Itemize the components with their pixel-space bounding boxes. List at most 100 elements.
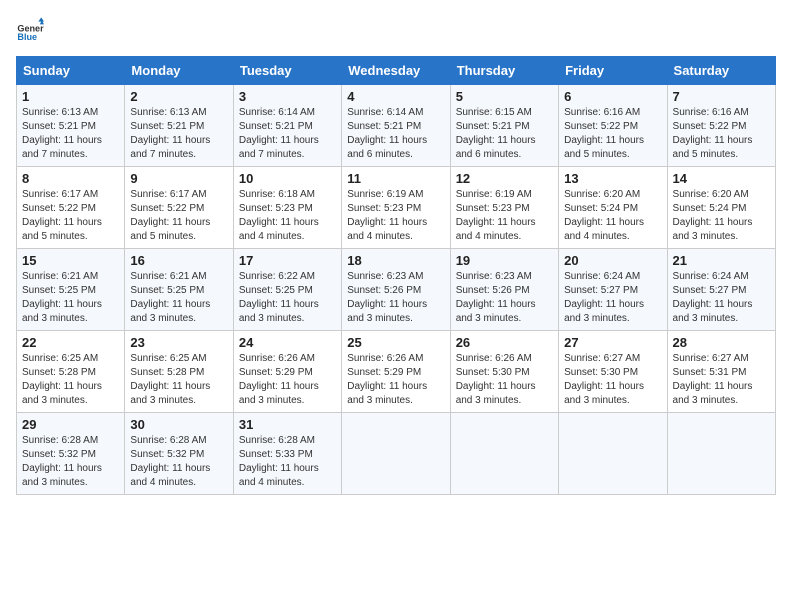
day-info: Sunrise: 6:28 AMSunset: 5:32 PMDaylight:… xyxy=(22,434,119,490)
day-cell: 15 Sunrise: 6:21 AMSunset: 5:25 PMDayligh… xyxy=(17,249,125,331)
day-number: 16 xyxy=(130,253,227,268)
day-number: 27 xyxy=(564,335,661,350)
day-cell xyxy=(450,413,558,495)
day-cell: 30Sunrise: 6:28 AMSunset: 5:32 PMDayligh… xyxy=(125,413,233,495)
svg-text:Blue: Blue xyxy=(17,32,37,42)
day-number: 5 xyxy=(456,89,553,104)
day-cell: 24 Sunrise: 6:26 AMSunset: 5:29 PMDayligh… xyxy=(233,331,341,413)
day-info: Sunrise: 6:14 AMSunset: 5:21 PMDaylight:… xyxy=(239,106,336,162)
day-cell: 8Sunrise: 6:17 AMSunset: 5:22 PMDaylight… xyxy=(17,167,125,249)
day-cell: 13Sunrise: 6:20 AMSunset: 5:24 PMDayligh… xyxy=(559,167,667,249)
day-number: 17 xyxy=(239,253,336,268)
week-row-1: 1 Sunrise: 6:13 AMSunset: 5:21 PMDaylight… xyxy=(17,85,776,167)
day-info: Sunrise: 6:25 AMSunset: 5:28 PMDaylight:… xyxy=(130,352,227,408)
day-info: Sunrise: 6:20 AMSunset: 5:24 PMDaylight:… xyxy=(673,188,770,244)
day-info: Sunrise: 6:17 AMSunset: 5:22 PMDaylight:… xyxy=(130,188,227,244)
header-tuesday: Tuesday xyxy=(233,57,341,85)
day-number: 25 xyxy=(347,335,444,350)
logo-icon: General Blue xyxy=(16,16,44,44)
day-cell: 25 Sunrise: 6:26 AMSunset: 5:29 PMDayligh… xyxy=(342,331,450,413)
day-cell: 3 Sunrise: 6:14 AMSunset: 5:21 PMDaylight… xyxy=(233,85,341,167)
day-info: Sunrise: 6:17 AMSunset: 5:22 PMDaylight:… xyxy=(22,188,119,244)
day-info: Sunrise: 6:23 AMSunset: 5:26 PMDaylight:… xyxy=(456,270,553,326)
day-cell: 9 Sunrise: 6:17 AMSunset: 5:22 PMDaylight… xyxy=(125,167,233,249)
day-cell: 17 Sunrise: 6:22 AMSunset: 5:25 PMDayligh… xyxy=(233,249,341,331)
week-row-5: 29 Sunrise: 6:28 AMSunset: 5:32 PMDayligh… xyxy=(17,413,776,495)
day-cell: 2Sunrise: 6:13 AMSunset: 5:21 PMDaylight… xyxy=(125,85,233,167)
week-row-3: 15 Sunrise: 6:21 AMSunset: 5:25 PMDayligh… xyxy=(17,249,776,331)
day-number: 23 xyxy=(130,335,227,350)
day-cell: 12 Sunrise: 6:19 AMSunset: 5:23 PMDayligh… xyxy=(450,167,558,249)
day-number: 22 xyxy=(22,335,119,350)
day-info: Sunrise: 6:16 AMSunset: 5:22 PMDaylight:… xyxy=(564,106,661,162)
day-number: 18 xyxy=(347,253,444,268)
day-info: Sunrise: 6:15 AMSunset: 5:21 PMDaylight:… xyxy=(456,106,553,162)
day-info: Sunrise: 6:22 AMSunset: 5:25 PMDaylight:… xyxy=(239,270,336,326)
week-row-4: 22 Sunrise: 6:25 AMSunset: 5:28 PMDayligh… xyxy=(17,331,776,413)
day-info: Sunrise: 6:24 AMSunset: 5:27 PMDaylight:… xyxy=(673,270,770,326)
day-cell: 7Sunrise: 6:16 AMSunset: 5:22 PMDaylight… xyxy=(667,85,775,167)
day-number: 9 xyxy=(130,171,227,186)
day-number: 12 xyxy=(456,171,553,186)
day-number: 26 xyxy=(456,335,553,350)
day-info: Sunrise: 6:24 AMSunset: 5:27 PMDaylight:… xyxy=(564,270,661,326)
day-cell: 4 Sunrise: 6:14 AMSunset: 5:21 PMDaylight… xyxy=(342,85,450,167)
day-number: 3 xyxy=(239,89,336,104)
day-info: Sunrise: 6:28 AMSunset: 5:33 PMDaylight:… xyxy=(239,434,336,490)
day-cell: 10 Sunrise: 6:18 AMSunset: 5:23 PMDayligh… xyxy=(233,167,341,249)
day-info: Sunrise: 6:19 AMSunset: 5:23 PMDaylight:… xyxy=(456,188,553,244)
day-cell xyxy=(559,413,667,495)
day-number: 11 xyxy=(347,171,444,186)
header-row: SundayMondayTuesdayWednesdayThursdayFrid… xyxy=(17,57,776,85)
week-row-2: 8Sunrise: 6:17 AMSunset: 5:22 PMDaylight… xyxy=(17,167,776,249)
day-cell: 11 Sunrise: 6:19 AMSunset: 5:23 PMDayligh… xyxy=(342,167,450,249)
day-cell: 21 Sunrise: 6:24 AMSunset: 5:27 PMDayligh… xyxy=(667,249,775,331)
day-info: Sunrise: 6:23 AMSunset: 5:26 PMDaylight:… xyxy=(347,270,444,326)
day-cell: 20 Sunrise: 6:24 AMSunset: 5:27 PMDayligh… xyxy=(559,249,667,331)
day-info: Sunrise: 6:14 AMSunset: 5:21 PMDaylight:… xyxy=(347,106,444,162)
day-cell: 31Sunrise: 6:28 AMSunset: 5:33 PMDayligh… xyxy=(233,413,341,495)
header-saturday: Saturday xyxy=(667,57,775,85)
day-number: 10 xyxy=(239,171,336,186)
day-info: Sunrise: 6:26 AMSunset: 5:29 PMDaylight:… xyxy=(239,352,336,408)
day-cell: 26Sunrise: 6:26 AMSunset: 5:30 PMDayligh… xyxy=(450,331,558,413)
day-number: 19 xyxy=(456,253,553,268)
day-cell: 14Sunrise: 6:20 AMSunset: 5:24 PMDayligh… xyxy=(667,167,775,249)
day-info: Sunrise: 6:27 AMSunset: 5:31 PMDaylight:… xyxy=(673,352,770,408)
day-info: Sunrise: 6:20 AMSunset: 5:24 PMDaylight:… xyxy=(564,188,661,244)
day-info: Sunrise: 6:18 AMSunset: 5:23 PMDaylight:… xyxy=(239,188,336,244)
day-info: Sunrise: 6:21 AMSunset: 5:25 PMDaylight:… xyxy=(130,270,227,326)
logo: General Blue xyxy=(16,16,44,44)
header-friday: Friday xyxy=(559,57,667,85)
day-info: Sunrise: 6:27 AMSunset: 5:30 PMDaylight:… xyxy=(564,352,661,408)
day-cell: 18 Sunrise: 6:23 AMSunset: 5:26 PMDayligh… xyxy=(342,249,450,331)
day-number: 21 xyxy=(673,253,770,268)
day-number: 15 xyxy=(22,253,119,268)
day-cell: 1 Sunrise: 6:13 AMSunset: 5:21 PMDaylight… xyxy=(17,85,125,167)
day-info: Sunrise: 6:28 AMSunset: 5:32 PMDaylight:… xyxy=(130,434,227,490)
day-number: 29 xyxy=(22,417,119,432)
day-info: Sunrise: 6:26 AMSunset: 5:29 PMDaylight:… xyxy=(347,352,444,408)
day-cell xyxy=(667,413,775,495)
day-number: 24 xyxy=(239,335,336,350)
day-info: Sunrise: 6:13 AMSunset: 5:21 PMDaylight:… xyxy=(22,106,119,162)
day-number: 28 xyxy=(673,335,770,350)
day-info: Sunrise: 6:21 AMSunset: 5:25 PMDaylight:… xyxy=(22,270,119,326)
header-monday: Monday xyxy=(125,57,233,85)
day-number: 2 xyxy=(130,89,227,104)
day-info: Sunrise: 6:19 AMSunset: 5:23 PMDaylight:… xyxy=(347,188,444,244)
day-number: 20 xyxy=(564,253,661,268)
day-cell: 6Sunrise: 6:16 AMSunset: 5:22 PMDaylight… xyxy=(559,85,667,167)
day-cell: 19 Sunrise: 6:23 AMSunset: 5:26 PMDayligh… xyxy=(450,249,558,331)
day-cell: 23 Sunrise: 6:25 AMSunset: 5:28 PMDayligh… xyxy=(125,331,233,413)
day-cell: 29 Sunrise: 6:28 AMSunset: 5:32 PMDayligh… xyxy=(17,413,125,495)
calendar-table: SundayMondayTuesdayWednesdayThursdayFrid… xyxy=(16,56,776,495)
day-cell xyxy=(342,413,450,495)
page-header: General Blue xyxy=(16,16,776,44)
day-cell: 27 Sunrise: 6:27 AMSunset: 5:30 PMDayligh… xyxy=(559,331,667,413)
header-sunday: Sunday xyxy=(17,57,125,85)
day-number: 7 xyxy=(673,89,770,104)
day-number: 1 xyxy=(22,89,119,104)
day-number: 4 xyxy=(347,89,444,104)
day-cell: 16 Sunrise: 6:21 AMSunset: 5:25 PMDayligh… xyxy=(125,249,233,331)
